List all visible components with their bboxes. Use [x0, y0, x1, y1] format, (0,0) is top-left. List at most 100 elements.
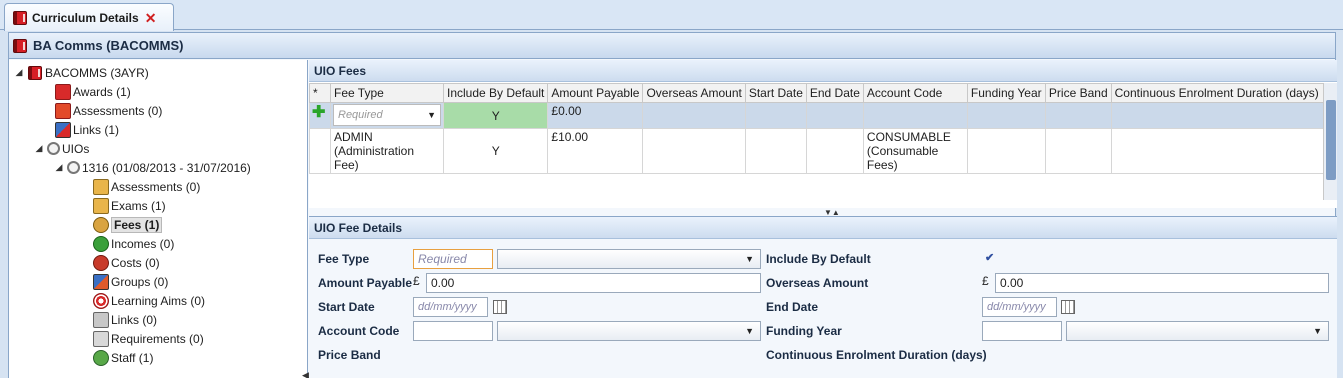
- col-header[interactable]: Overseas Amount: [642, 83, 746, 103]
- tree-node-uio-learning-aims[interactable]: Learning Aims (0): [91, 291, 205, 310]
- col-header[interactable]: Continuous Enrolment Duration (days): [1110, 83, 1324, 103]
- fee-type-code-input[interactable]: Required: [413, 249, 493, 269]
- col-header[interactable]: Fee Type: [330, 83, 444, 103]
- col-header[interactable]: Funding Year: [966, 83, 1046, 103]
- col-header[interactable]: Account Code: [862, 83, 968, 103]
- assessments-icon: [55, 102, 71, 119]
- new-fee-type-combo[interactable]: Required ▼: [333, 104, 441, 126]
- grid-cell[interactable]: [1044, 128, 1112, 174]
- account-code-dropdown[interactable]: ▼: [497, 321, 761, 341]
- chevron-down-icon[interactable]: ▼: [1313, 326, 1322, 336]
- grid-cell[interactable]: [642, 128, 746, 174]
- amount-payable-value: 0.00: [431, 276, 455, 290]
- tree-node-uio-groups[interactable]: Groups (0): [91, 272, 168, 291]
- tab-strip: Curriculum Details ✕: [0, 0, 1343, 31]
- requirements-icon: [93, 330, 109, 347]
- tab-curriculum-details[interactable]: Curriculum Details ✕: [4, 3, 174, 31]
- funding-year-dropdown[interactable]: ▼: [1066, 321, 1329, 341]
- learning-aims-icon: [93, 292, 109, 309]
- new-include-cell[interactable]: Y: [442, 102, 549, 129]
- add-row-cell[interactable]: ✚: [309, 102, 331, 129]
- col-header[interactable]: Start Date: [744, 83, 807, 103]
- new-fee-type-cell[interactable]: Required ▼: [330, 102, 444, 129]
- tree-node-assessments[interactable]: Assessments (0): [53, 101, 162, 120]
- splitter-handle-icon[interactable]: ◀: [302, 370, 309, 378]
- fees-grid: * Fee Type Include By Default Amount Pay…: [309, 83, 1324, 174]
- chevron-down-icon[interactable]: ▼: [745, 326, 754, 336]
- costs-icon: [93, 254, 109, 271]
- price-band-label: Price Band: [318, 348, 381, 362]
- uio-fees-panel: UIO Fees * Fee Type Include By Default A…: [309, 60, 1337, 208]
- account-code-cell[interactable]: CONSUMABLE (Consumable Fees): [862, 128, 968, 174]
- grid-cell[interactable]: [744, 128, 807, 174]
- tree-node-uio-exams[interactable]: Exams (1): [91, 196, 166, 215]
- currency-symbol: £: [413, 274, 420, 288]
- tree-node-uio-1316[interactable]: ◢ 1316 (01/08/2013 - 31/07/2016): [53, 158, 251, 177]
- uio-fees-title: UIO Fees: [309, 60, 1337, 82]
- tree-node-uio-assessments[interactable]: Assessments (0): [91, 177, 200, 196]
- grid-cell[interactable]: [642, 102, 746, 129]
- start-date-placeholder: dd/mm/yyyy: [418, 301, 477, 313]
- close-icon[interactable]: ✕: [145, 11, 157, 25]
- grid-cell[interactable]: [805, 128, 864, 174]
- start-date-input[interactable]: dd/mm/yyyy: [413, 297, 488, 317]
- scrollbar-thumb[interactable]: [1326, 100, 1336, 180]
- grid-cell[interactable]: [805, 102, 864, 129]
- amount-payable-input[interactable]: 0.00: [426, 273, 761, 293]
- include-cell[interactable]: Y: [442, 128, 549, 174]
- fee-type-dropdown[interactable]: ▼: [497, 249, 761, 269]
- collapse-icon[interactable]: ◢: [33, 143, 45, 154]
- collapse-icon[interactable]: ◢: [53, 162, 65, 173]
- tree-node-root[interactable]: ◢ BACOMMS (3AYR): [13, 63, 149, 82]
- tree-node-uio-incomes[interactable]: Incomes (0): [91, 234, 174, 253]
- account-code-input[interactable]: [413, 321, 493, 341]
- tree-node-uio-fees[interactable]: Fees (1): [91, 215, 163, 234]
- grid-cell[interactable]: [744, 102, 807, 129]
- grid-cell[interactable]: [1044, 102, 1112, 129]
- tree-node-uio-staff[interactable]: Staff (1): [91, 348, 153, 367]
- col-header[interactable]: Price Band: [1044, 83, 1112, 103]
- amount-cell[interactable]: £10.00: [547, 128, 644, 174]
- grid-cell[interactable]: [309, 128, 331, 174]
- add-icon[interactable]: ✚: [312, 104, 325, 121]
- chevron-down-icon[interactable]: ▼: [745, 254, 754, 264]
- overseas-amount-input[interactable]: 0.00: [995, 273, 1329, 293]
- grid-cell[interactable]: [1110, 128, 1324, 174]
- include-by-default-checkbox[interactable]: ✔: [985, 253, 995, 264]
- fee-type-cell[interactable]: ADMIN (Administration Fee): [330, 128, 444, 174]
- grid-cell[interactable]: [966, 102, 1046, 129]
- uio-fee-details-panel: UIO Fee Details Fee Type Required ▼ Incl…: [309, 216, 1337, 378]
- clock-icon: [67, 161, 80, 174]
- new-amount-cell[interactable]: £0.00: [547, 102, 644, 129]
- tree-node-uio-links[interactable]: Links (0): [91, 310, 157, 329]
- funding-year-input[interactable]: [982, 321, 1062, 341]
- funding-year-label: Funding Year: [766, 324, 842, 338]
- collapse-icon[interactable]: ◢: [13, 67, 25, 78]
- col-header[interactable]: End Date: [805, 83, 864, 103]
- new-fee-type-placeholder: Required: [338, 109, 383, 121]
- tree-node-uio-costs[interactable]: Costs (0): [91, 253, 160, 272]
- grid-cell[interactable]: [1110, 102, 1324, 129]
- grid-cell[interactable]: [966, 128, 1046, 174]
- end-date-label: End Date: [766, 300, 819, 314]
- assessments-icon: [93, 178, 109, 195]
- tree-node-awards[interactable]: Awards (1): [53, 82, 131, 101]
- col-header[interactable]: *: [309, 83, 331, 103]
- links-icon: [55, 121, 71, 138]
- tree-node-links[interactable]: Links (1): [53, 120, 119, 139]
- tree-node-uio-requirements[interactable]: Requirements (0): [91, 329, 204, 348]
- continuous-enrolment-label: Continuous Enrolment Duration (days): [766, 348, 987, 362]
- calendar-icon[interactable]: [493, 300, 507, 314]
- col-header[interactable]: Include By Default: [442, 83, 549, 103]
- new-row[interactable]: ✚ Required ▼ Y £0.00: [309, 102, 1324, 129]
- uio-fee-details-title: UIO Fee Details: [309, 217, 1337, 239]
- awards-icon: [55, 83, 71, 100]
- calendar-icon[interactable]: [1061, 300, 1075, 314]
- tree-node-uios[interactable]: ◢ UIOs: [33, 139, 90, 158]
- col-header[interactable]: Amount Payable: [547, 83, 644, 103]
- grid-scrollbar[interactable]: [1323, 83, 1337, 200]
- table-row[interactable]: ADMIN (Administration Fee) Y £10.00 CONSU…: [309, 128, 1324, 174]
- end-date-input[interactable]: dd/mm/yyyy: [982, 297, 1057, 317]
- grid-cell[interactable]: [862, 102, 968, 129]
- chevron-down-icon[interactable]: ▼: [427, 110, 436, 120]
